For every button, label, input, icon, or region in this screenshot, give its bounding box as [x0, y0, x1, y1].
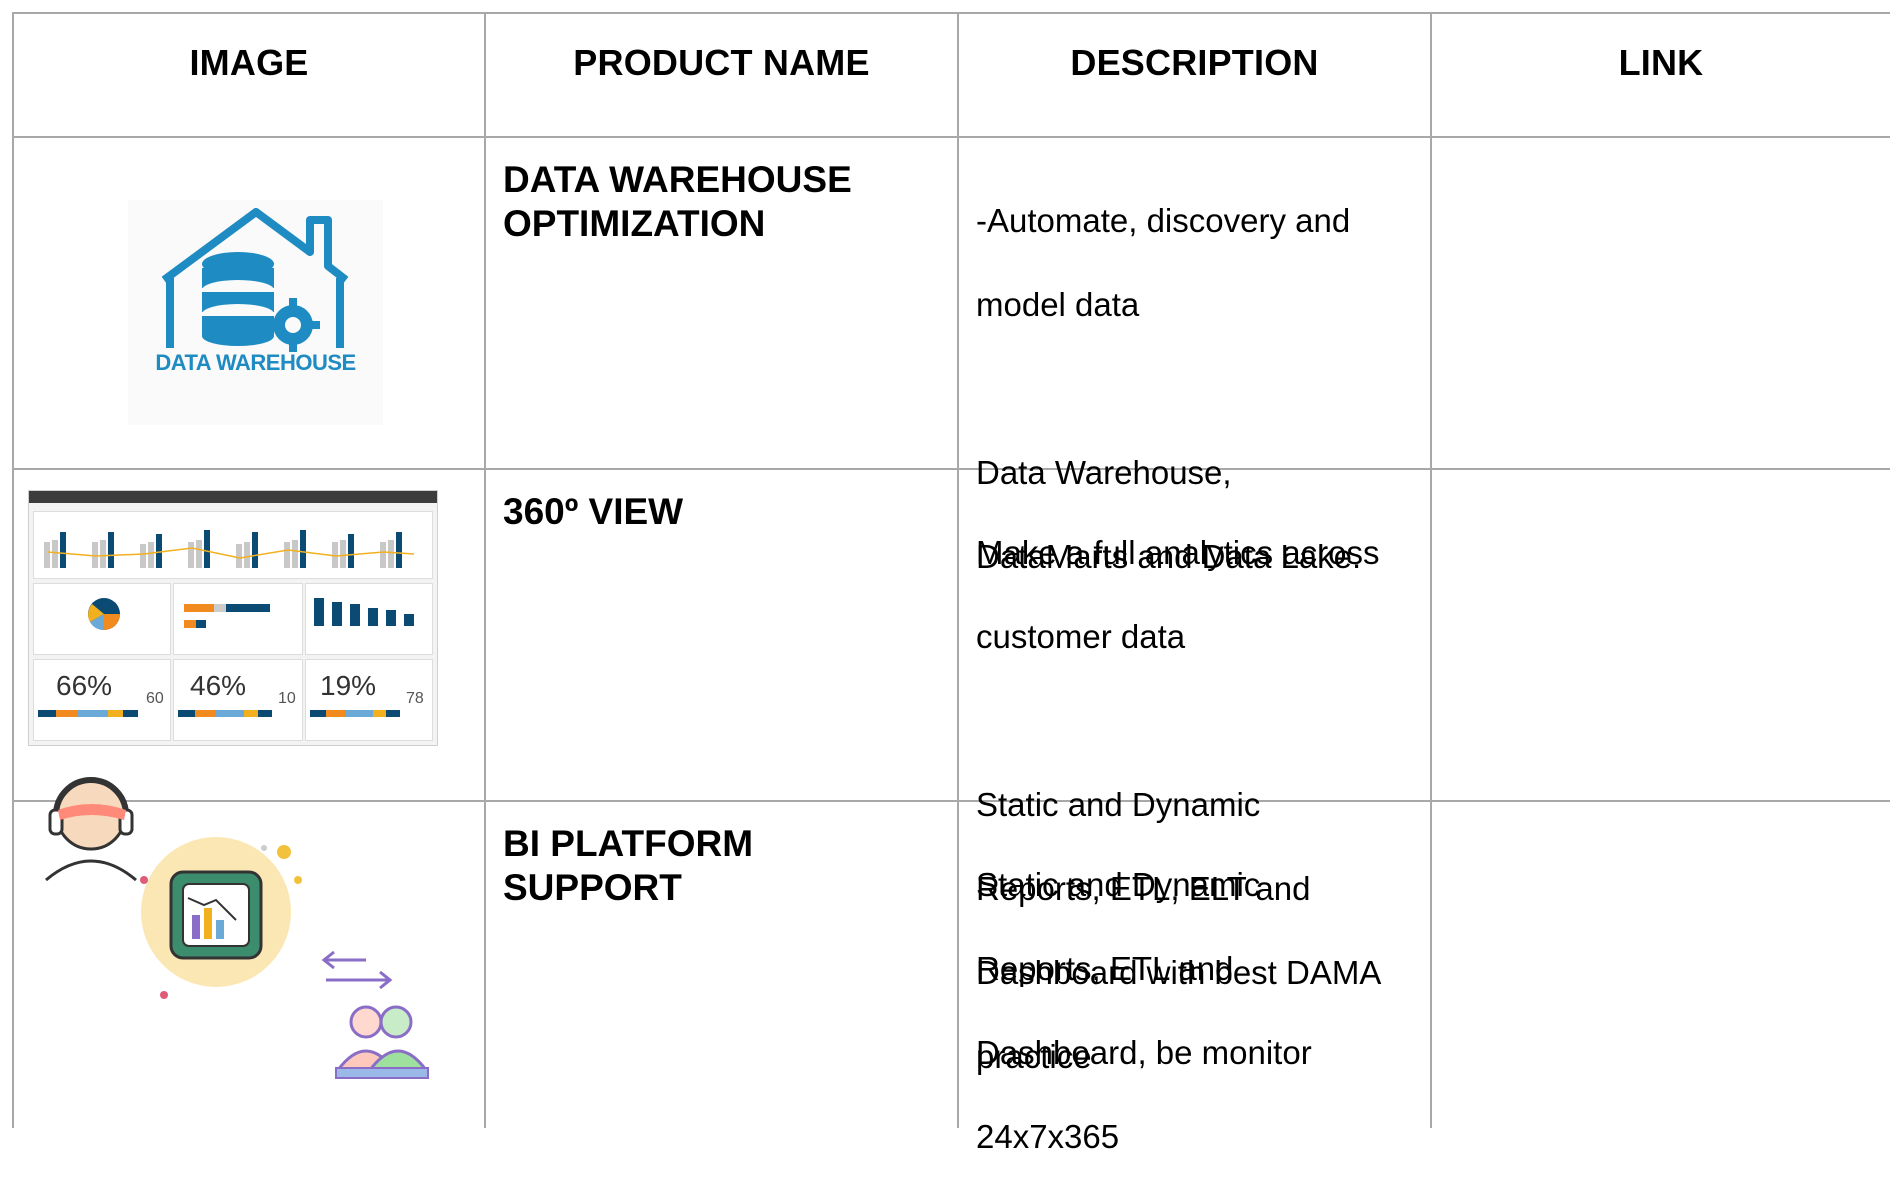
header-image: IMAGE	[189, 42, 309, 83]
link-cell-data-warehouse[interactable]	[1434, 138, 1890, 468]
table-border-left	[12, 12, 14, 1128]
header-description: DESCRIPTION	[1070, 42, 1319, 83]
data-warehouse-image: DATA WAREHOUSE	[128, 200, 383, 425]
dashboard-panel-index	[305, 583, 433, 655]
dashboard-kpi-2: 46% 10	[173, 659, 303, 741]
dashboard-kpi-1: 66% 60	[33, 659, 171, 741]
product-name-bi-platform-support: BI PLATFORM SUPPORT	[503, 823, 754, 908]
dashboard-panel-pie	[33, 583, 171, 655]
dashboard-panel-top	[33, 511, 433, 579]
data-warehouse-label: DATA WAREHOUSE	[155, 350, 356, 375]
table-border-col1	[484, 12, 486, 1128]
header-link: LINK	[1618, 42, 1704, 83]
link-cell-bi-platform-support[interactable]	[1434, 802, 1890, 1128]
product-name-data-warehouse: DATA WAREHOUSE OPTIMIZATION	[503, 159, 852, 244]
dashboard-bar-chart	[44, 530, 415, 568]
dashboard-kpi-3: 19% 78	[305, 659, 433, 741]
dashboard-screenshot: 66% 60 46% 10 19% 78	[28, 490, 438, 746]
support-illustration	[36, 770, 436, 1100]
support-agent-icon	[45, 777, 429, 1079]
header-product-name: PRODUCT NAME	[573, 42, 870, 83]
product-name-360-view: 360º VIEW	[503, 491, 684, 532]
link-cell-360-view[interactable]	[1434, 470, 1890, 800]
dashboard-panel-bars	[173, 583, 303, 655]
table-border-col3	[1430, 12, 1432, 1128]
table-border-col2	[957, 12, 959, 1128]
description-bi-platform-support: Static and Dynamic Reports, ETL and Dash…	[976, 866, 1312, 1155]
data-warehouse-icon	[128, 200, 383, 425]
